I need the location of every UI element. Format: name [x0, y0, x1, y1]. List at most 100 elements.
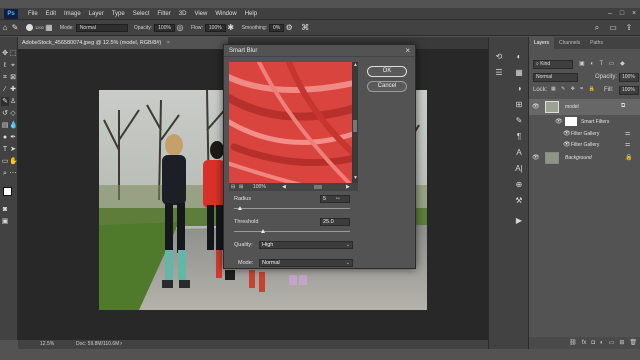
hand-tool-icon[interactable]: ✋ [9, 157, 18, 166]
filter-options-icon[interactable]: ⚌ [625, 130, 630, 137]
radius-slider-track[interactable] [234, 208, 350, 209]
history-brush-icon[interactable]: ↺ [1, 109, 9, 118]
tool-presets-icon[interactable]: ⚒ [513, 195, 525, 206]
scroll-up-icon[interactable]: ▲ [353, 62, 358, 68]
workspace-icon[interactable]: ▭ [608, 23, 618, 33]
add-mask-icon[interactable]: ◘ [591, 337, 595, 349]
layer-row-smart-filters[interactable]: 👁 Smart Filters [529, 116, 640, 127]
lock-icons[interactable]: ▦ ✎ ✥ ⌗ 🔒 [551, 86, 597, 92]
flow-field[interactable]: 100% [204, 23, 226, 32]
quick-mask-icon[interactable]: ◙ [1, 205, 9, 214]
filter-options-icon[interactable]: ⚌ [625, 141, 630, 148]
character-panel-icon[interactable]: A| [513, 163, 525, 174]
marquee-tool-icon[interactable]: ⬚ [9, 49, 17, 58]
quality-select[interactable]: High ⌄ [259, 241, 353, 249]
filter-preview[interactable] [229, 62, 352, 183]
menu-view[interactable]: View [190, 8, 211, 20]
mode-select[interactable]: Normal ⌄ [259, 259, 353, 267]
actions-panel-icon[interactable]: ▶ [513, 215, 525, 226]
zoom-in-icon[interactable]: ⊞ [239, 183, 243, 191]
symmetry-icon[interactable]: ⌘ [300, 23, 310, 33]
filter-row[interactable]: 👁 Filter Gallery ⚌ [529, 139, 640, 149]
airbrush-icon[interactable]: ✱ [226, 23, 236, 33]
stamp-tool-icon[interactable]: ♙ [9, 97, 17, 106]
brush-tool-icon[interactable]: ✎ [1, 97, 9, 106]
brush-tool-icon[interactable]: ✎ [10, 23, 20, 33]
scroll-right-icon[interactable]: ▶ [346, 183, 350, 191]
foreground-color-swatch[interactable] [3, 187, 12, 196]
visibility-eye-icon[interactable]: 👁 [563, 141, 571, 148]
zoom-out-icon[interactable]: ⊟ [231, 183, 235, 191]
libraries-panel-icon[interactable]: ⊞ [513, 99, 525, 110]
smoothing-field[interactable]: 0% [269, 23, 285, 32]
zoom-readout[interactable]: 12.5% [40, 340, 54, 349]
ok-button[interactable]: OK [367, 66, 407, 77]
opacity-field[interactable]: 100% [154, 23, 175, 32]
threshold-input[interactable]: 25.0 [320, 218, 350, 226]
maximize-icon[interactable]: □ [616, 10, 628, 17]
close-icon[interactable]: × [405, 45, 410, 57]
blur-tool-icon[interactable]: 💧 [9, 121, 18, 130]
document-tab[interactable]: AdobeStock_456580074.jpeg @ 12.5% (model… [18, 37, 228, 49]
menu-window[interactable]: Window [211, 8, 240, 20]
new-group-icon[interactable]: ▭ [609, 337, 615, 349]
gradient-tool-icon[interactable]: ▤ [1, 121, 9, 130]
dodge-tool-icon[interactable]: ● [1, 133, 9, 142]
minimize-icon[interactable]: – [604, 10, 616, 17]
brush-preset-picker[interactable]: 1200 [26, 24, 44, 31]
menu-help[interactable]: Help [241, 8, 261, 20]
visibility-eye-icon[interactable]: 👁 [532, 154, 540, 161]
threshold-slider-knob[interactable] [261, 229, 265, 233]
menu-file[interactable]: File [24, 8, 42, 20]
screen-mode-icon[interactable]: ▣ [1, 217, 9, 226]
crop-tool-icon[interactable]: ⌗ [1, 73, 9, 82]
adjustment-layer-icon[interactable]: ◐ [600, 337, 604, 349]
layer-opacity-field[interactable]: 100% [619, 73, 639, 82]
menu-layer[interactable]: Layer [85, 8, 108, 20]
radius-slider-knob[interactable] [237, 206, 242, 210]
layer-row-background[interactable]: 👁 Background 🔒 [529, 150, 640, 166]
swatches-panel-icon[interactable]: ▦ [513, 67, 525, 78]
glyphs-panel-icon[interactable]: A [513, 147, 525, 158]
adjustments-panel-icon[interactable]: ◑ [513, 83, 525, 94]
preview-scrollbar[interactable]: ▲ ▼ [352, 62, 358, 183]
link-layers-icon[interactable]: ⛓ [569, 337, 577, 349]
tab-layers[interactable]: Layers [529, 37, 555, 49]
fx-icon[interactable]: fx [582, 337, 587, 349]
mode-select[interactable]: Normal [75, 23, 128, 32]
close-tab-icon[interactable]: × [167, 40, 170, 46]
menu-select[interactable]: Select [129, 8, 154, 20]
brush-settings-icon[interactable]: ▦ [44, 23, 54, 33]
menu-edit[interactable]: Edit [42, 8, 60, 20]
more-tools-icon[interactable]: ⋯ [9, 169, 17, 178]
close-window-icon[interactable]: × [628, 10, 640, 17]
eraser-tool-icon[interactable]: ◇ [9, 109, 17, 118]
menu-type[interactable]: Type [108, 8, 129, 20]
frame-tool-icon[interactable]: ⊠ [9, 73, 17, 82]
filter-row[interactable]: 👁 Filter Gallery ⚌ [529, 128, 640, 138]
eyedropper-tool-icon[interactable]: ⁄ [1, 85, 9, 94]
color-panel-icon[interactable]: ◐ [513, 51, 525, 62]
share-icon[interactable]: ⇪ [624, 23, 634, 33]
move-tool-icon[interactable]: ✥ [1, 49, 9, 58]
threshold-slider-track[interactable] [234, 231, 350, 232]
layer-filter-icons[interactable]: ▣ ◐ T ▭ ◆ [579, 60, 627, 67]
fill-field[interactable]: 100% [619, 86, 639, 95]
smoothing-settings-icon[interactable]: ⚙ [284, 23, 294, 33]
lasso-tool-icon[interactable]: ℓ [1, 61, 9, 70]
scroll-down-icon[interactable]: ▼ [353, 175, 358, 181]
properties-panel-icon[interactable]: ☰ [493, 67, 505, 78]
search-icon[interactable]: ⌕ [592, 23, 602, 33]
quick-select-tool-icon[interactable]: ⌖ [9, 61, 17, 70]
healing-tool-icon[interactable]: ✚ [9, 85, 17, 94]
home-icon[interactable]: ⌂ [0, 23, 10, 33]
cancel-button[interactable]: Cancel [367, 81, 407, 92]
visibility-eye-icon[interactable]: 👁 [555, 118, 563, 125]
path-select-tool-icon[interactable]: ➤ [9, 145, 17, 154]
menu-image[interactable]: Image [60, 8, 85, 20]
pressure-opacity-icon[interactable]: ◎ [175, 23, 185, 33]
layer-row-model[interactable]: 👁 model ⧉ [529, 99, 640, 115]
menu-filter[interactable]: Filter [153, 8, 174, 20]
shape-tool-icon[interactable]: ▭ [1, 157, 9, 166]
visibility-eye-icon[interactable]: 👁 [563, 130, 571, 137]
